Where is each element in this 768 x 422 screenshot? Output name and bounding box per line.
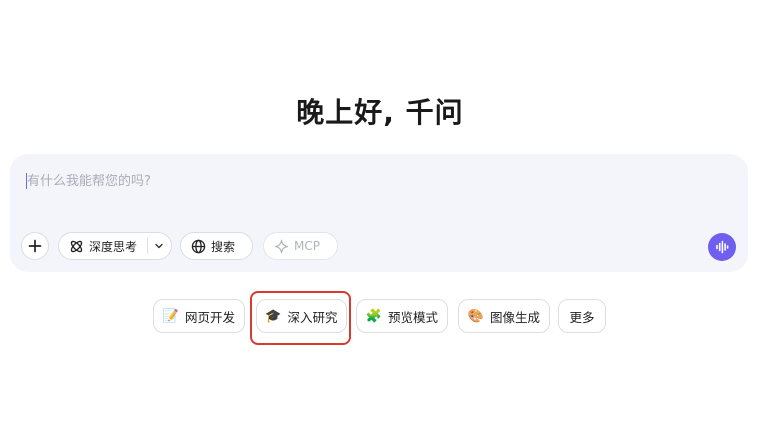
chat-composer: 深度思考 搜索: [10, 154, 748, 272]
quick-action-image-generation[interactable]: 🎨 图像生成: [458, 299, 550, 333]
deep-think-main[interactable]: 深度思考: [59, 233, 147, 259]
quick-action-preview-mode[interactable]: 🧩 预览模式: [356, 299, 448, 333]
voice-wave-icon: [715, 240, 729, 254]
voice-input-button[interactable]: [708, 233, 736, 261]
search-toggle[interactable]: 搜索: [180, 232, 253, 260]
quick-action-label: 网页开发: [184, 309, 235, 325]
quick-action-web-dev[interactable]: 📝 网页开发: [153, 299, 245, 333]
deep-think-label: 深度思考: [89, 239, 138, 254]
quick-action-deep-research[interactable]: 🎓 深入研究: [256, 299, 347, 333]
sparkle-icon: [273, 238, 289, 254]
prompt-input[interactable]: [26, 171, 627, 191]
add-attachment-button[interactable]: [21, 232, 49, 260]
mcp-toggle[interactable]: MCP: [263, 232, 338, 260]
deep-think-dropdown[interactable]: [148, 233, 171, 259]
puzzle-icon: 🧩: [365, 308, 383, 324]
quick-action-label: 预览模式: [387, 309, 438, 325]
greeting-title: 晚上好, 千问: [296, 96, 464, 129]
quick-action-more[interactable]: 更多: [558, 299, 606, 333]
quick-action-label: 深入研究: [287, 309, 338, 325]
memo-icon: 📝: [162, 308, 180, 324]
graduation-cap-icon: 🎓: [265, 308, 282, 324]
mcp-label: MCP: [294, 239, 320, 253]
globe-icon: [190, 238, 206, 254]
search-label: 搜索: [211, 239, 236, 254]
plus-icon: [27, 238, 43, 254]
quick-action-label: 更多: [569, 309, 595, 325]
atom-icon: [68, 238, 84, 254]
palette-icon: 🎨: [467, 308, 485, 324]
chevron-down-icon: [151, 238, 167, 254]
deep-think-toggle[interactable]: 深度思考: [58, 232, 172, 260]
quick-action-label: 图像生成: [489, 309, 540, 325]
